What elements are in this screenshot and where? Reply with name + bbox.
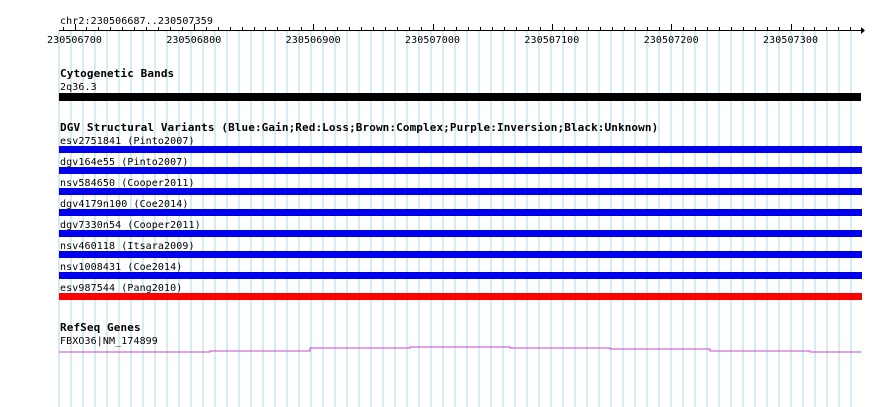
ruler-tick-label: 230506800 (166, 35, 222, 46)
ruler-axis (59, 24, 865, 34)
ruler-tick-label: 230507100 (524, 35, 580, 46)
dgv-feature-bar[interactable] (59, 209, 862, 216)
ruler-tick-label: 230507300 (763, 35, 819, 46)
dgv-feature-bar[interactable] (59, 293, 862, 300)
dgv-feature-bar[interactable] (59, 272, 862, 279)
dgv-feature-bar[interactable] (59, 167, 862, 174)
refseq-track-title: RefSeq Genes (60, 321, 141, 334)
ruler-tick-label: 230506700 (46, 35, 103, 46)
dgv-feature-bar[interactable] (59, 230, 862, 237)
cytoband-feature[interactable] (59, 93, 861, 101)
genome-browser-view: chr2:230506687..230507359 230506700 23050… (0, 0, 890, 407)
ruler-arrow (861, 27, 865, 34)
dgv-track-title: DGV Structural Variants (Blue:Gain;Red:L… (60, 121, 659, 134)
dgv-feature-bar[interactable] (59, 146, 862, 153)
ruler-tick-label: 230507000 (405, 35, 461, 46)
cytoband-label: 2q36.3 (60, 82, 97, 93)
ruler-tick-label: 230506900 (285, 35, 341, 46)
ruler-tick-label: 230507200 (643, 35, 699, 46)
cytoband-track-title: Cytogenetic Bands (60, 67, 175, 80)
refseq-gene-line (59, 346, 861, 353)
dgv-feature-bar[interactable] (59, 188, 862, 195)
refseq-gene-feature[interactable] (0, 340, 890, 360)
dgv-feature-bar[interactable] (59, 251, 862, 258)
